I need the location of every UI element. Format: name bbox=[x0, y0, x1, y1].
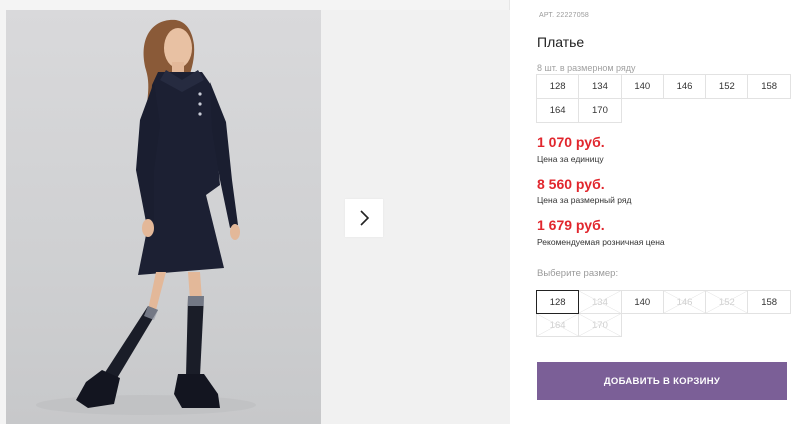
unavailable-cross-icon bbox=[706, 291, 748, 313]
product-gallery bbox=[0, 0, 510, 424]
chevron-right-icon bbox=[360, 210, 370, 226]
product-title: Платье bbox=[537, 34, 585, 50]
pack-label: 8 шт. в размерном ряду bbox=[537, 63, 636, 73]
size-select-label: Выберите размер: bbox=[537, 268, 619, 279]
unavailable-cross-icon bbox=[663, 291, 706, 313]
size-option-164: 164 bbox=[536, 313, 580, 337]
article-number: АРТ. 22227058 bbox=[537, 12, 589, 19]
article-label: АРТ. bbox=[539, 12, 555, 19]
unavailable-cross-icon bbox=[579, 314, 621, 336]
size-option-146: 146 bbox=[662, 290, 707, 314]
size-option-128[interactable]: 128 bbox=[536, 290, 580, 314]
pack-size-cell: 128 bbox=[536, 74, 580, 99]
pack-size-cell: 134 bbox=[578, 74, 622, 99]
size-option-140[interactable]: 140 bbox=[620, 290, 664, 314]
pack-size-cell: 164 bbox=[536, 98, 580, 123]
size-option-134: 134 bbox=[578, 290, 622, 314]
product-photo[interactable] bbox=[6, 10, 321, 424]
unit-price-label: Цена за единицу bbox=[537, 154, 604, 164]
unavailable-cross-icon bbox=[537, 314, 579, 336]
unavailable-cross-icon bbox=[579, 291, 621, 313]
size-option-158[interactable]: 158 bbox=[747, 290, 791, 314]
next-image-button[interactable] bbox=[345, 199, 383, 237]
size-selector: 128 134 140 146 152 158 164 170 bbox=[536, 290, 791, 337]
pack-size-grid: 128 134 140 146 152 158 164 170 bbox=[536, 74, 791, 123]
retail-price-label: Рекомендуемая розничная цена bbox=[537, 237, 665, 247]
pack-price: 8 560 руб. bbox=[537, 176, 605, 192]
add-to-cart-button[interactable]: ДОБАВИТЬ В КОРЗИНУ bbox=[537, 362, 787, 400]
unit-price: 1 070 руб. bbox=[537, 134, 605, 150]
retail-price: 1 679 руб. bbox=[537, 217, 605, 233]
product-photo-illustration bbox=[36, 19, 256, 415]
pack-size-cell: 152 bbox=[705, 74, 749, 99]
article-value: 22227058 bbox=[556, 12, 590, 19]
pack-size-cell: 158 bbox=[747, 74, 791, 99]
size-option-152: 152 bbox=[705, 290, 749, 314]
pack-price-label: Цена за размерный ряд bbox=[537, 195, 632, 205]
pack-size-cell: 140 bbox=[620, 74, 664, 99]
pack-size-cell: 170 bbox=[578, 98, 622, 123]
pack-size-cell: 146 bbox=[662, 74, 707, 99]
size-option-170: 170 bbox=[578, 313, 622, 337]
